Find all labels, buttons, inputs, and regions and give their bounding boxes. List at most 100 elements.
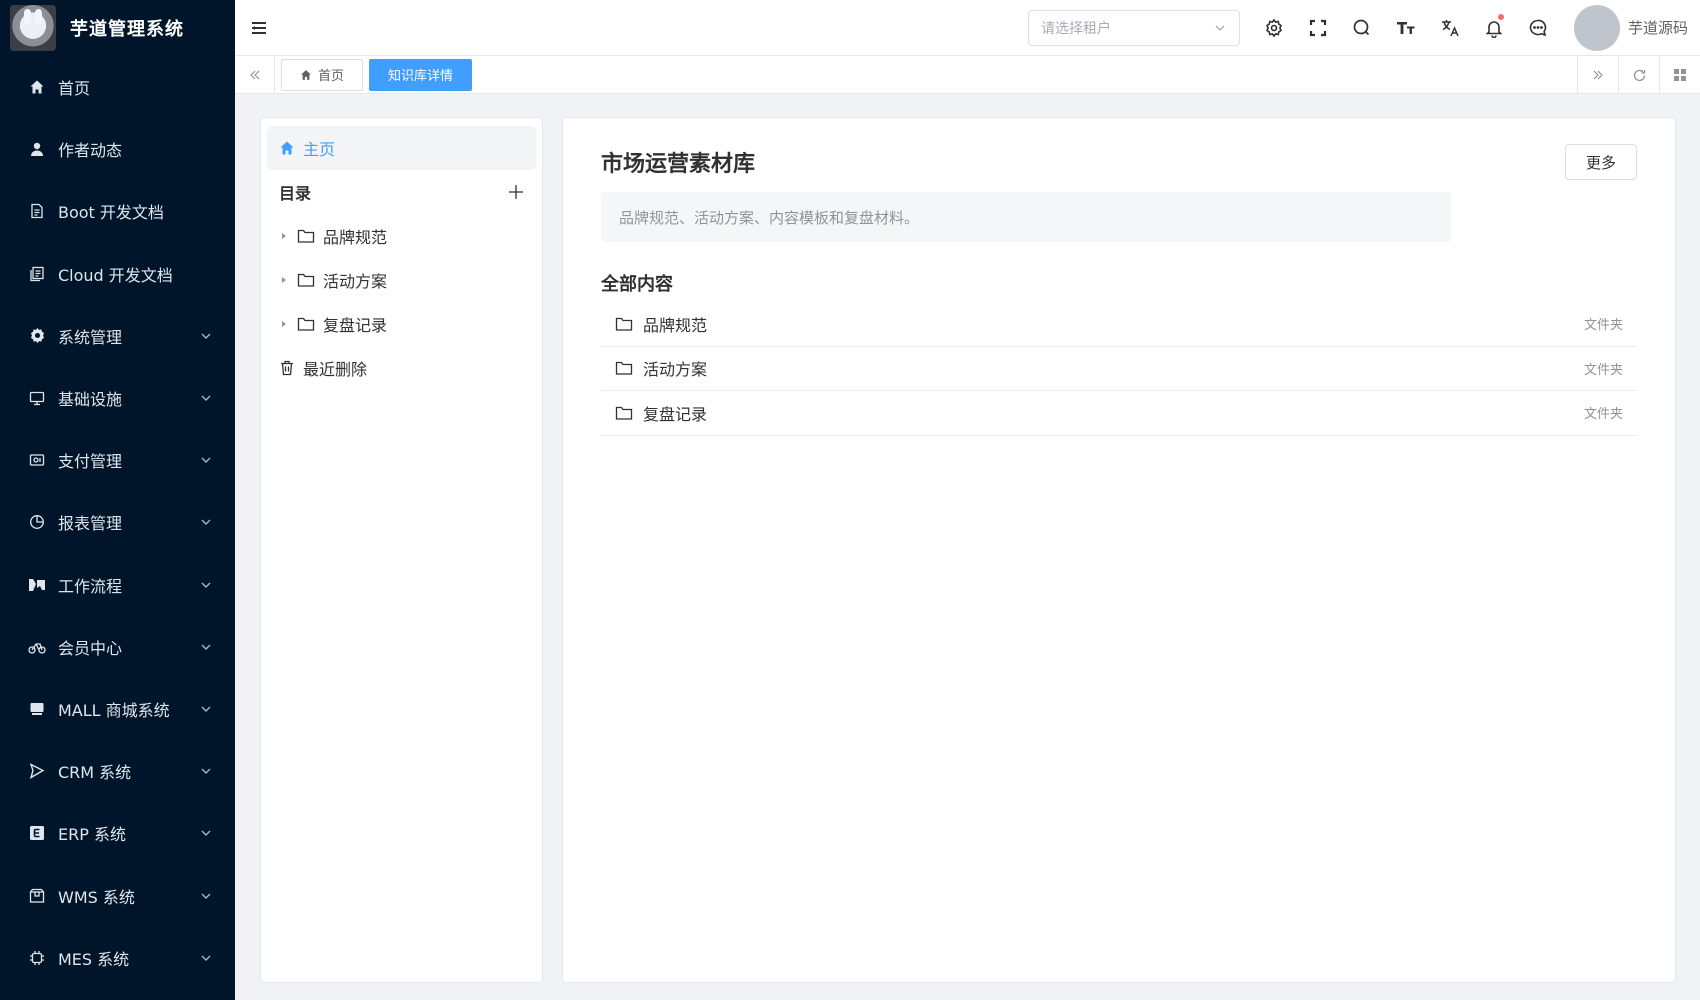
erp-icon bbox=[28, 824, 46, 842]
sidebar-item-report[interactable]: 报表管理 bbox=[0, 491, 235, 553]
sidebar-item-label: MALL 商城系统 bbox=[58, 700, 170, 720]
sidebar-item-label: MES 系统 bbox=[58, 949, 130, 969]
message-icon[interactable] bbox=[1516, 0, 1560, 56]
tab-home[interactable]: 首页 bbox=[281, 58, 364, 91]
bell-icon[interactable] bbox=[1472, 0, 1516, 56]
user-icon bbox=[28, 140, 46, 158]
sidebar-item-label: 首页 bbox=[58, 79, 91, 99]
monitor-icon bbox=[28, 389, 46, 407]
description-box: 品牌规范、活动方案、内容模板和复盘材料。 bbox=[601, 192, 1451, 242]
tree-node[interactable]: 活动方案 bbox=[267, 258, 536, 302]
caret-right-icon[interactable] bbox=[279, 319, 289, 329]
tree-node[interactable]: 复盘记录 bbox=[267, 302, 536, 346]
tree-node-label: 活动方案 bbox=[323, 272, 388, 291]
chip-icon bbox=[28, 949, 46, 967]
username: 芋道源码 bbox=[1627, 19, 1688, 37]
list-item[interactable]: 复盘记录 文件夹 bbox=[601, 391, 1637, 436]
sidebar-item-author-news[interactable]: 作者动态 bbox=[0, 118, 235, 180]
item-type: 文件夹 bbox=[1583, 407, 1623, 423]
list-item[interactable]: 品牌规范 文件夹 bbox=[601, 302, 1637, 347]
sidebar-item-system[interactable]: 系统管理 bbox=[0, 305, 235, 367]
shop-icon bbox=[28, 700, 46, 718]
user-menu[interactable]: 芋道源码 bbox=[1573, 4, 1688, 51]
grid-menu-icon[interactable] bbox=[1659, 56, 1700, 94]
notification-dot bbox=[1497, 13, 1504, 20]
tree-node-label: 品牌规范 bbox=[323, 228, 388, 247]
warehouse-icon bbox=[28, 887, 46, 905]
sidebar-item-infra[interactable]: 基础设施 bbox=[0, 367, 235, 429]
settings-icon[interactable] bbox=[1252, 0, 1296, 56]
refresh-icon[interactable] bbox=[1618, 56, 1659, 94]
top-header: 请选择租户 芋道源码 bbox=[235, 0, 1700, 56]
sidebar-item-label: Cloud 开发文档 bbox=[58, 265, 173, 285]
page-title: 市场运营素材库 bbox=[601, 152, 756, 177]
tab-label: 知识库详情 bbox=[388, 69, 454, 84]
caret-right-icon[interactable] bbox=[279, 231, 289, 241]
folder-icon bbox=[615, 406, 633, 420]
sidebar-item-member[interactable]: 会员中心 bbox=[0, 616, 235, 678]
sidebar-item-label: 会员中心 bbox=[58, 638, 123, 658]
brand[interactable]: 芋道管理系统 bbox=[0, 0, 235, 56]
add-icon[interactable] bbox=[508, 184, 524, 200]
more-button[interactable]: 更多 bbox=[1565, 144, 1637, 180]
translate-icon[interactable] bbox=[1428, 0, 1472, 56]
chevron-down-icon bbox=[201, 457, 211, 464]
avatar bbox=[1573, 4, 1620, 51]
recently-deleted[interactable]: 最近删除 bbox=[267, 346, 536, 390]
scroll-left-icon[interactable] bbox=[235, 55, 275, 94]
sidebar-item-boot-docs[interactable]: Boot 开发文档 bbox=[0, 180, 235, 242]
sidebar-item-label: ERP 系统 bbox=[58, 825, 126, 845]
scroll-right-icon[interactable] bbox=[1577, 56, 1618, 94]
hamburger-icon[interactable] bbox=[249, 18, 269, 38]
chevron-down-icon bbox=[201, 893, 211, 899]
logo bbox=[10, 5, 56, 51]
sidebar-item-workflow[interactable]: 工作流程 bbox=[0, 554, 235, 616]
sidebar-item-label: 报表管理 bbox=[58, 514, 123, 534]
list-item[interactable]: 活动方案 文件夹 bbox=[601, 347, 1637, 391]
caret-right-icon[interactable] bbox=[279, 275, 289, 285]
app-title: 芋道管理系统 bbox=[70, 19, 184, 40]
sidebar-item-erp[interactable]: ERP 系统 bbox=[0, 802, 235, 864]
workflow-icon bbox=[28, 576, 46, 594]
search-icon[interactable] bbox=[1340, 0, 1384, 56]
documents-icon bbox=[28, 265, 46, 283]
sidebar-item-label: 支付管理 bbox=[58, 452, 123, 472]
folder-icon bbox=[615, 317, 633, 331]
chevron-down-icon bbox=[201, 768, 211, 775]
gear-icon bbox=[28, 327, 46, 345]
item-type: 文件夹 bbox=[1583, 362, 1623, 378]
directory-header: 目录 bbox=[267, 170, 536, 214]
tenant-select[interactable]: 请选择租户 bbox=[1027, 9, 1240, 46]
sidebar: 芋道管理系统 首页 作者动态 Boot 开发文档 Cloud 开发文档 系统管理… bbox=[0, 0, 235, 1000]
tree-node[interactable]: 品牌规范 bbox=[267, 214, 536, 258]
sidebar-item-pay[interactable]: 支付管理 bbox=[0, 429, 235, 491]
tags-actions bbox=[1577, 56, 1700, 94]
tree-home-label: 主页 bbox=[303, 140, 336, 159]
folder-icon bbox=[297, 317, 315, 331]
sidebar-item-label: 工作流程 bbox=[58, 576, 123, 596]
sidebar-item-label: 系统管理 bbox=[58, 327, 123, 347]
tree-home[interactable]: 主页 bbox=[267, 126, 536, 170]
crm-icon bbox=[28, 762, 46, 780]
sidebar-item-mes[interactable]: MES 系统 bbox=[0, 927, 235, 989]
bicycle-icon bbox=[28, 638, 46, 656]
folder-icon bbox=[615, 362, 633, 375]
sidebar-menu: 首页 作者动态 Boot 开发文档 Cloud 开发文档 系统管理 基础设施 支… bbox=[0, 56, 235, 989]
folder-icon bbox=[297, 273, 315, 287]
knowledge-tree-panel: 主页 目录 品牌规范 活动方案 复盘记录 最近删除 bbox=[260, 117, 543, 983]
font-size-icon[interactable] bbox=[1384, 0, 1428, 56]
sidebar-item-home[interactable]: 首页 bbox=[0, 56, 235, 118]
sidebar-item-wms[interactable]: WMS 系统 bbox=[0, 864, 235, 926]
fullscreen-icon[interactable] bbox=[1296, 0, 1340, 56]
sidebar-item-mall[interactable]: MALL 商城系统 bbox=[0, 678, 235, 740]
description-text: 品牌规范、活动方案、内容模板和复盘材料。 bbox=[619, 208, 920, 227]
chevron-down-icon bbox=[201, 519, 211, 526]
sidebar-item-label: WMS 系统 bbox=[58, 887, 135, 907]
chevron-down-icon bbox=[1215, 25, 1225, 31]
chevron-down-icon bbox=[201, 582, 211, 588]
tab-knowledge-detail[interactable]: 知识库详情 bbox=[369, 58, 473, 91]
folder-icon bbox=[297, 229, 315, 243]
sidebar-item-cloud-docs[interactable]: Cloud 开发文档 bbox=[0, 243, 235, 305]
chevron-down-icon bbox=[201, 830, 211, 837]
sidebar-item-crm[interactable]: CRM 系统 bbox=[0, 740, 235, 802]
